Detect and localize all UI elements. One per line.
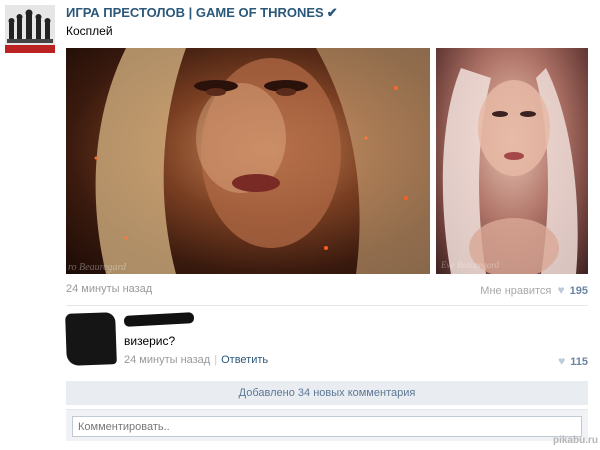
heart-icon: ♥ (558, 354, 566, 368)
comment-box (66, 409, 588, 441)
group-name-link[interactable]: ИГРА ПРЕСТОЛОВ | GAME OF THRONES ✔ (66, 5, 338, 21)
group-avatar[interactable] (5, 5, 55, 53)
reply-link[interactable]: Ответить (221, 354, 268, 366)
photo-2-watermark: Eve Beauregard (441, 260, 500, 270)
comment-input[interactable] (72, 416, 582, 437)
comment-text: визерис? (124, 334, 176, 348)
cosplay-portrait-1 (94, 48, 430, 274)
group-name-text[interactable]: ИГРА ПРЕСТОЛОВ | GAME OF THRONES (66, 5, 324, 20)
chess-pieces-image (5, 5, 55, 53)
post-like-count: 195 (569, 285, 588, 297)
comment-time-link[interactable]: 24 минуты назад (124, 354, 210, 366)
heart-icon: ♥ (557, 283, 565, 297)
post-text: Косплей (66, 24, 113, 38)
like-label: Мне нравится (480, 285, 552, 297)
comment-like-button[interactable]: ♥ 115 (555, 354, 588, 368)
comment-like-count: 115 (570, 356, 588, 368)
post-like-button[interactable]: Мне нравится ♥ 195 (480, 283, 588, 297)
photo-1-watermark: ro Beauregard (68, 262, 127, 273)
site-watermark: pikabu.ru (552, 435, 598, 446)
comment-author-name-redacted[interactable] (123, 312, 195, 327)
post-photo-2[interactable]: Eve Beauregard (436, 48, 588, 274)
post-meta: 24 минуты назад Мне нравится ♥ 195 (66, 283, 588, 297)
comment-meta: 24 минуты назад | Ответить (124, 354, 268, 366)
comment-author-avatar-redacted[interactable] (65, 312, 117, 366)
show-new-comments-button[interactable]: Добавлено 34 новых комментария (66, 381, 588, 405)
divider (66, 305, 588, 306)
comment-meta-separator: | (214, 354, 218, 366)
post-photo-1[interactable]: ro Beauregard (66, 48, 430, 274)
post-time-link[interactable]: 24 минуты назад (66, 283, 152, 295)
cosplay-portrait-2 (442, 68, 578, 274)
verified-checkmark-icon: ✔ (326, 5, 338, 20)
